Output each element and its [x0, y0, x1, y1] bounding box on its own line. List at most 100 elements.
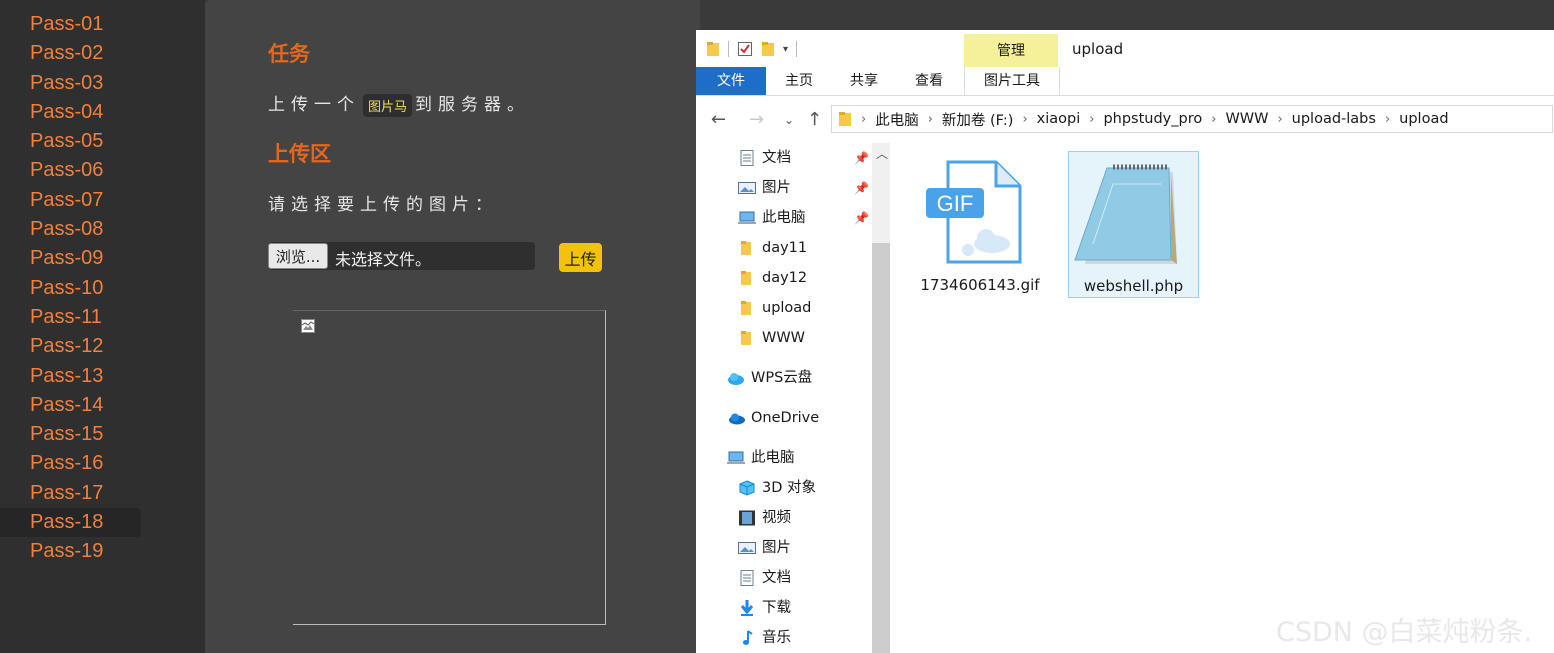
properties-check-icon[interactable] [737, 41, 753, 57]
gif-badge-text: GIF [937, 191, 974, 216]
nav-item-documents[interactable]: 文档 [738, 143, 791, 173]
chevron-up-icon[interactable]: ︿ [876, 145, 888, 162]
sidebar-item-pass-19[interactable]: Pass-19 [0, 537, 205, 566]
nav-item-day12[interactable]: day12 [738, 263, 807, 293]
breadcrumb-www[interactable]: WWW [1225, 111, 1268, 127]
toolbar-divider [728, 41, 729, 57]
music-icon [743, 630, 753, 645]
ribbon-tabs: 文件 主页 共享 查看 图片工具 [696, 67, 1554, 96]
nav-item-documents-pc[interactable]: 文档 [738, 563, 791, 593]
nav-item-upload[interactable]: upload [738, 293, 811, 323]
nav-item-music[interactable]: 音乐 [738, 623, 791, 653]
sidebar-item-pass-18[interactable]: Pass-18 [0, 508, 141, 538]
nav-item-this-pc-quick[interactable]: 此电脑 [738, 203, 806, 233]
sidebar-item-pass-15[interactable]: Pass-15 [0, 420, 205, 449]
tab-picture-tools[interactable]: 图片工具 [964, 67, 1060, 95]
manage-context-tab[interactable]: 管理 [964, 34, 1058, 67]
scrollbar-thumb[interactable] [872, 243, 890, 653]
nav-item-3d-objects[interactable]: 3D 对象 [738, 473, 816, 503]
back-arrow-icon[interactable]: ← [711, 109, 726, 130]
file-item-gif[interactable]: GIF 1734606143.gif [914, 152, 1046, 297]
breadcrumb-upload[interactable]: upload [1399, 111, 1448, 127]
sidebar: Pass-01 Pass-02 Pass-03 Pass-04 Pass-05 … [0, 0, 205, 653]
tab-view[interactable]: 查看 [906, 67, 952, 95]
file-explorer-window: ▾ 管理 upload 文件 主页 共享 查看 图片工具 ← → ⌄ ↑ › 此… [696, 30, 1554, 653]
recent-locations-chevron-icon[interactable]: ⌄ [784, 113, 794, 127]
sidebar-item-pass-03[interactable]: Pass-03 [0, 69, 205, 98]
computer-icon [727, 451, 745, 464]
task-text-before: 上传一个 [268, 95, 360, 115]
nav-item-onedrive[interactable]: OneDrive [727, 403, 819, 433]
tab-home[interactable]: 主页 [776, 67, 822, 95]
chevron-right-icon: › [1277, 111, 1283, 127]
sidebar-item-pass-09[interactable]: Pass-09 [0, 244, 205, 273]
file-input[interactable]: 浏览... 未选择文件。 [268, 242, 535, 270]
customize-toolbar-dropdown-icon[interactable]: ▾ [783, 44, 788, 55]
sidebar-item-pass-16[interactable]: Pass-16 [0, 449, 205, 478]
breadcrumb-xiaopi[interactable]: xiaopi [1037, 111, 1081, 127]
computer-icon [738, 211, 756, 224]
main-panel: 任务 上传一个 图片马 到服务器。 上传区 请选择要上传的图片： 浏览... 未选择… [205, 0, 700, 653]
navigation-pane: 文档 📌 图片 📌 此电脑 📌 day11 day12 upload WWW W… [696, 143, 891, 653]
pin-icon: 📌 [854, 211, 869, 225]
chevron-right-icon: › [1384, 111, 1391, 127]
sidebar-item-pass-05[interactable]: Pass-05 [0, 127, 205, 156]
sidebar-item-pass-08[interactable]: Pass-08 [0, 215, 205, 244]
sidebar-item-pass-11[interactable]: Pass-11 [0, 303, 205, 332]
folder-icon[interactable] [706, 41, 720, 57]
sidebar-item-pass-04[interactable]: Pass-04 [0, 98, 205, 127]
csdn-watermark: CSDN @白菜炖粉条. [1276, 617, 1533, 648]
sidebar-item-pass-13[interactable]: Pass-13 [0, 362, 205, 391]
document-icon [740, 570, 754, 586]
folder-icon [839, 112, 851, 126]
nav-item-downloads[interactable]: 下载 [738, 593, 791, 623]
sidebar-item-pass-17[interactable]: Pass-17 [0, 479, 205, 508]
gif-file-icon: GIF [926, 160, 1022, 264]
toolbar-divider [796, 41, 798, 57]
sidebar-item-pass-06[interactable]: Pass-06 [0, 156, 205, 185]
breadcrumb-upload-labs[interactable]: upload-labs [1292, 111, 1376, 127]
nav-item-videos[interactable]: 视频 [738, 503, 791, 533]
folder-icon [741, 331, 751, 345]
pictures-icon [738, 182, 756, 194]
chevron-right-icon: › [1089, 111, 1095, 127]
chevron-right-icon: › [861, 111, 867, 127]
file-name-webshell-php: webshell.php [1083, 277, 1184, 295]
nav-item-wps-cloud[interactable]: WPS云盘 [727, 363, 812, 393]
sidebar-item-pass-07[interactable]: Pass-07 [0, 186, 205, 215]
3d-objects-icon [739, 480, 755, 496]
breadcrumb-drive-f[interactable]: 新加卷 (F:) [942, 109, 1014, 130]
upload-button[interactable]: 上传 [559, 243, 602, 272]
document-icon [740, 150, 754, 166]
broken-image-icon [301, 319, 315, 333]
breadcrumb-this-pc[interactable]: 此电脑 [875, 109, 919, 130]
up-arrow-icon[interactable]: ↑ [807, 109, 822, 130]
file-item-webshell-php[interactable]: webshell.php [1068, 151, 1199, 298]
sidebar-item-pass-14[interactable]: Pass-14 [0, 391, 205, 420]
sidebar-item-pass-12[interactable]: Pass-12 [0, 332, 205, 361]
pass-list: Pass-01 Pass-02 Pass-03 Pass-04 Pass-05 … [0, 10, 205, 567]
nav-item-this-pc[interactable]: 此电脑 [727, 443, 795, 473]
nav-item-www[interactable]: WWW [738, 323, 805, 353]
new-folder-icon[interactable] [761, 41, 775, 57]
nav-pane-scrollbar[interactable]: ︿ [872, 143, 890, 653]
sidebar-item-pass-01[interactable]: Pass-01 [0, 10, 205, 39]
nav-item-pictures-pc[interactable]: 图片 [738, 533, 791, 563]
nav-item-day11[interactable]: day11 [738, 233, 807, 263]
file-status-text: 未选择文件。 [335, 250, 432, 269]
browse-button[interactable]: 浏览... [268, 243, 328, 269]
address-bar[interactable]: › 此电脑 › 新加卷 (F:) › xiaopi › phpstudy_pro… [831, 105, 1553, 133]
pin-icon: 📌 [854, 181, 869, 195]
chevron-right-icon: › [927, 111, 933, 127]
chevron-right-icon: › [1211, 111, 1217, 127]
upload-area-heading: 上传区 [268, 142, 331, 166]
nav-item-pictures[interactable]: 图片 [738, 173, 791, 203]
sidebar-item-pass-02[interactable]: Pass-02 [0, 39, 205, 68]
breadcrumb-phpstudy-pro[interactable]: phpstudy_pro [1103, 111, 1202, 127]
tab-file[interactable]: 文件 [696, 67, 766, 95]
tab-share[interactable]: 共享 [841, 67, 887, 95]
forward-arrow-icon[interactable]: → [749, 109, 764, 130]
sidebar-item-pass-10[interactable]: Pass-10 [0, 274, 205, 303]
image-preview-box [293, 310, 606, 625]
pin-icon: 📌 [854, 151, 869, 165]
